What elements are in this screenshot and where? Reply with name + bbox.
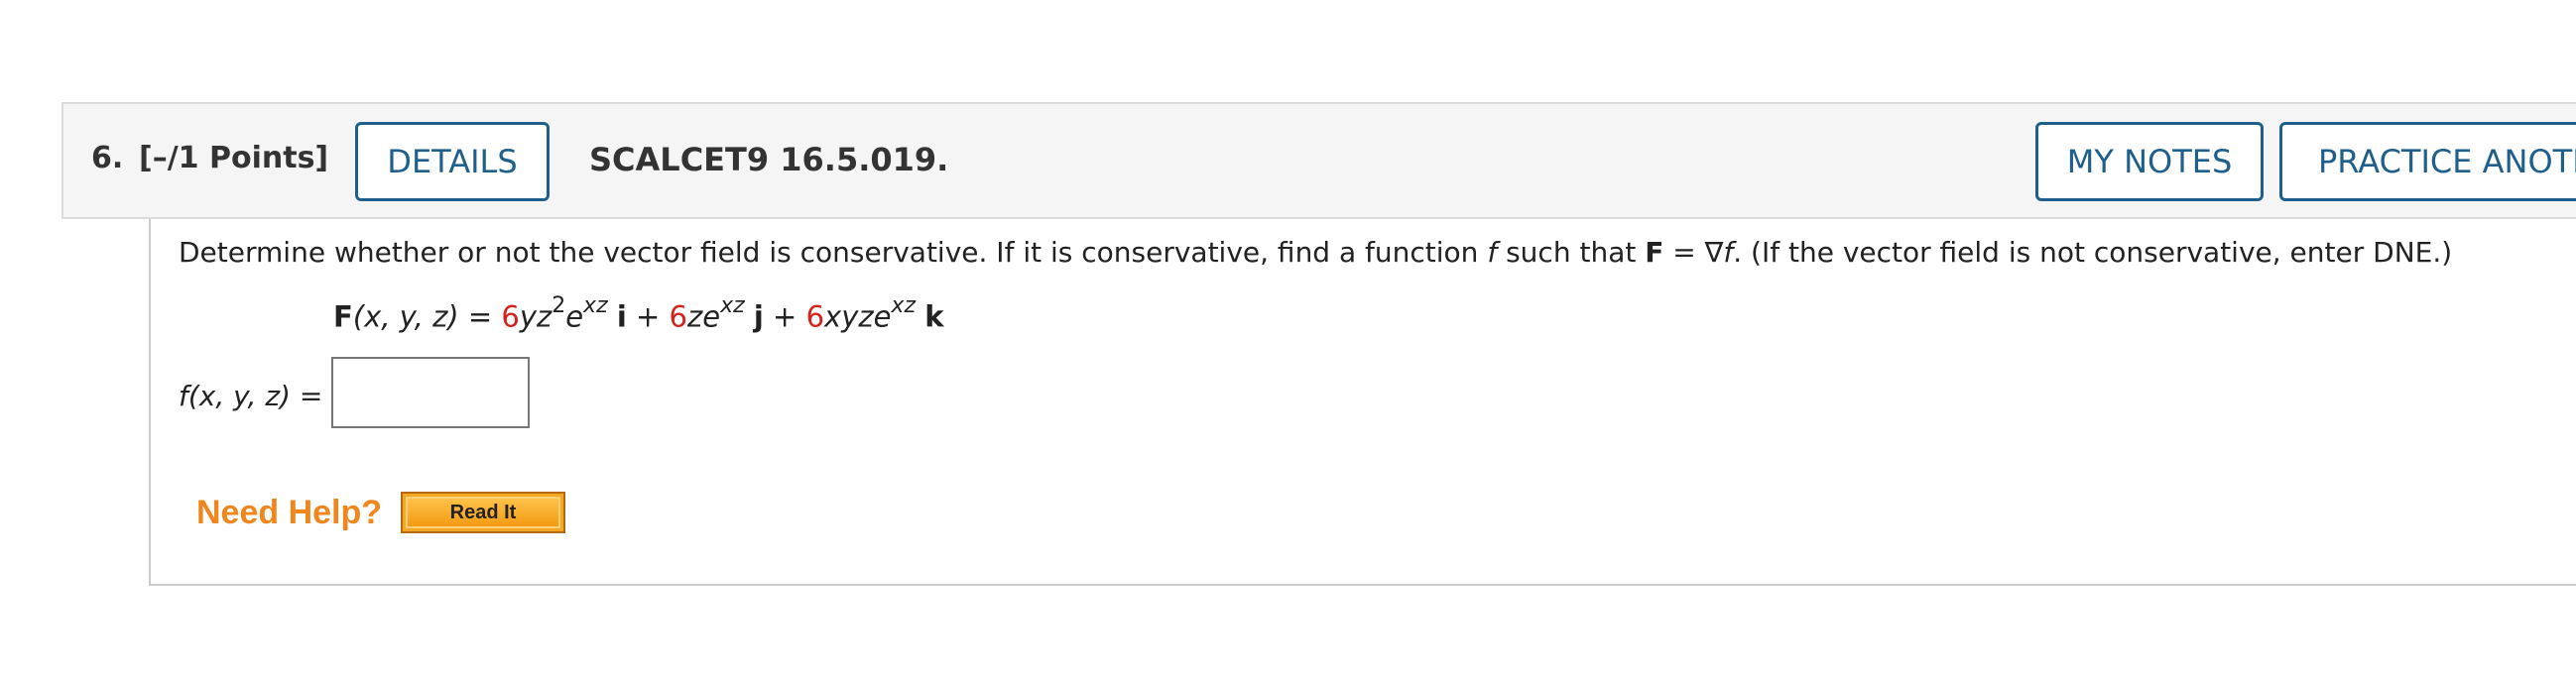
answer-label: f(x, y, z) = — [179, 380, 322, 412]
term-3: xyze — [824, 299, 892, 334]
plus-2: + — [763, 299, 806, 334]
equation-args: (x, y, z) — [352, 299, 459, 334]
coefficient-2: 6 — [669, 299, 687, 334]
practice-another-button[interactable]: PRACTICE ANOTHER — [2279, 122, 2576, 201]
term-1-e: e — [565, 299, 584, 334]
answer-label-text: f(x, y, z) = — [179, 380, 323, 412]
answer-input[interactable] — [331, 357, 530, 428]
prompt-text-3: = ∇ — [1663, 236, 1724, 269]
term-1: yz — [519, 299, 552, 334]
coefficient-1: 6 — [501, 299, 520, 334]
question-prompt: Determine whether or not the vector fiel… — [179, 236, 2452, 269]
equation-F: F — [333, 299, 353, 334]
read-it-button[interactable]: Read It — [401, 492, 565, 533]
term-1-exp: xz — [583, 293, 608, 318]
term-2-exp: xz — [720, 293, 745, 318]
equation-equals: = — [458, 299, 502, 334]
term-2: ze — [687, 299, 721, 334]
details-button[interactable]: DETAILS — [355, 122, 550, 201]
prompt-text-4: . (If the vector field is not conservati… — [1733, 236, 2453, 269]
read-it-label: Read It — [406, 497, 560, 528]
coefficient-3: 6 — [805, 299, 825, 334]
prompt-f-symbol: f — [1487, 236, 1498, 269]
vector-field-equation: F(x, y, z) = 6yz2exz i + 6zexz j + 6xyze… — [333, 293, 944, 334]
plus-1: + — [626, 299, 670, 334]
need-help-label: Need Help? — [196, 494, 383, 531]
prompt-text-2: such that — [1497, 236, 1646, 269]
question-points: [–/1 Points] — [139, 141, 329, 175]
term-1-exponent: 2 — [552, 293, 566, 318]
prompt-text-1: Determine whether or not the vector fiel… — [179, 236, 1488, 269]
question-number: 6. — [91, 141, 124, 175]
prompt-f-symbol-2: f — [1723, 236, 1734, 269]
unit-k: k — [924, 299, 944, 334]
term-3-exp: xz — [891, 293, 916, 318]
unit-i: i — [616, 299, 627, 334]
unit-j: j — [753, 299, 764, 334]
question-code: SCALCET9 16.5.019. — [589, 141, 949, 178]
prompt-F-symbol: F — [1645, 236, 1664, 269]
my-notes-button[interactable]: MY NOTES — [2035, 122, 2264, 201]
